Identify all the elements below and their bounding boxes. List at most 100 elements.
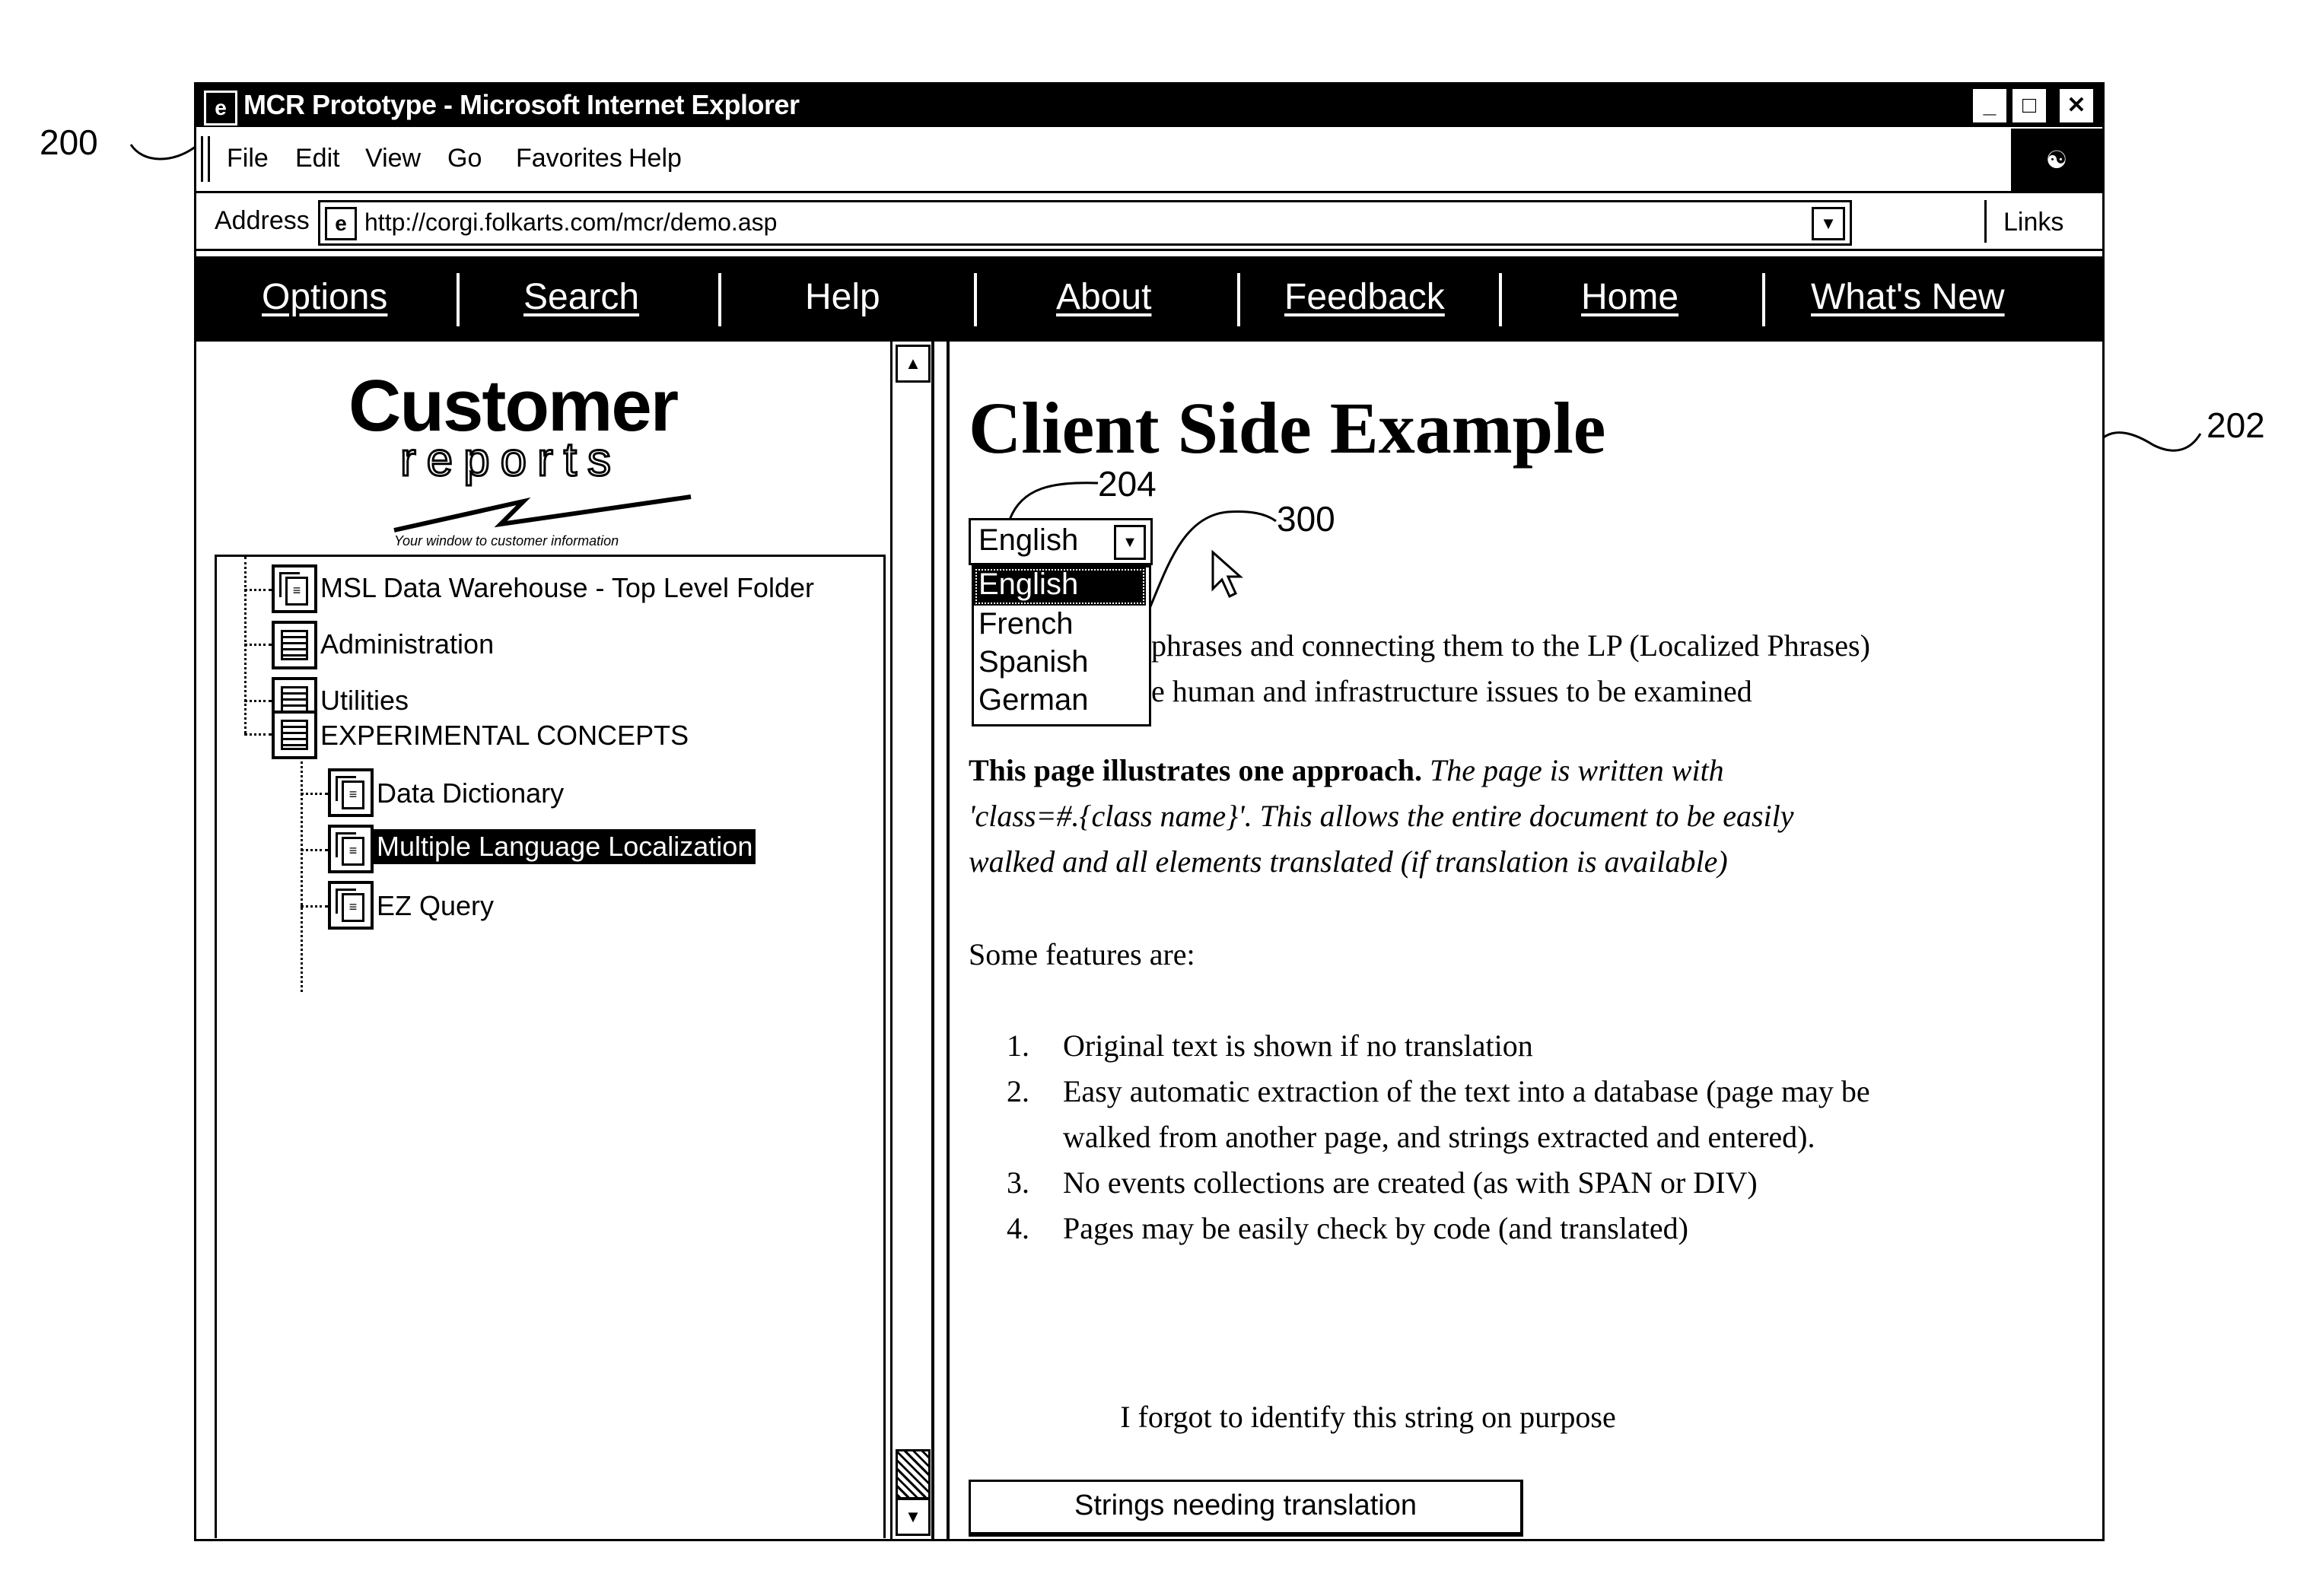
window-title: MCR Prototype - Microsoft Internet Explo… xyxy=(243,89,800,120)
ie-logo-icon: ☯ xyxy=(2011,129,2102,191)
strings-needing-translation-button[interactable]: Strings needing translation xyxy=(969,1480,1523,1537)
approach-paragraph-line-1: This page illustrates one approach. The … xyxy=(969,752,1724,788)
tree-item-ez-query[interactable]: EZ Query xyxy=(377,890,494,922)
nav-separator xyxy=(1237,273,1240,326)
left-frame-scrollbar[interactable]: ▲ ▼ xyxy=(890,342,934,1539)
reference-numeral-204: 204 xyxy=(1098,464,1157,504)
nav-whats-new[interactable]: What's New xyxy=(1811,276,2005,318)
reference-numeral-300: 300 xyxy=(1277,499,1335,539)
report-folder-icon: ≡ xyxy=(272,564,317,613)
language-option-english[interactable]: English xyxy=(974,568,1146,606)
page-title: Client Side Example xyxy=(969,387,1606,469)
feature-number: 3. xyxy=(1007,1165,1029,1200)
language-select-value: English xyxy=(978,523,1079,557)
address-label: Address xyxy=(215,206,310,235)
nav-separator xyxy=(1762,273,1765,326)
approach-italic-text: The page is written with xyxy=(1422,753,1724,787)
feature-number: 4. xyxy=(1007,1211,1029,1245)
nav-options[interactable]: Options xyxy=(262,276,387,318)
menu-go[interactable]: Go xyxy=(447,144,482,173)
logo-tagline: Your window to customer information xyxy=(394,533,619,548)
report-folder-icon: ≡ xyxy=(328,881,374,930)
chevron-down-icon[interactable]: ▼ xyxy=(1114,525,1146,560)
feature-number: 2. xyxy=(1007,1074,1029,1108)
logo-reports: reports xyxy=(399,433,622,488)
nav-home[interactable]: Home xyxy=(1581,276,1678,318)
tree-connector xyxy=(301,793,328,795)
tree-item-msl-data-warehouse[interactable]: MSL Data Warehouse - Top Level Folder xyxy=(320,572,814,604)
tree-item-administration[interactable]: Administration xyxy=(320,628,494,660)
menu-view[interactable]: View xyxy=(365,144,421,173)
tree-connector xyxy=(301,849,328,851)
language-option-german[interactable]: German xyxy=(974,683,1146,721)
address-input[interactable]: e http://corgi.folkarts.com/mcr/demo.asp… xyxy=(318,200,1852,246)
nav-separator xyxy=(457,273,460,326)
language-dropdown-list: English French Spanish German xyxy=(972,565,1151,726)
nav-separator xyxy=(718,273,721,326)
menu-file[interactable]: File xyxy=(227,144,269,173)
links-label: Links xyxy=(2003,208,2064,237)
nav-feedback[interactable]: Feedback xyxy=(1284,276,1445,318)
minimize-button[interactable]: _ xyxy=(1973,89,2006,122)
language-option-spanish[interactable]: Spanish xyxy=(974,645,1146,683)
language-option-french[interactable]: French xyxy=(974,607,1146,645)
browser-window: e MCR Prototype - Microsoft Internet Exp… xyxy=(194,82,2105,1541)
address-dropdown-icon[interactable]: ▼ xyxy=(1812,207,1845,240)
maximize-button[interactable]: □ xyxy=(2013,89,2046,122)
mouse-cursor-icon xyxy=(1211,549,1243,599)
content-frame: Client Side Example 204 300 English ▼ En… xyxy=(946,342,2102,1539)
menu-help[interactable]: Help xyxy=(628,144,682,173)
approach-bold-text: This page illustrates one approach. xyxy=(969,753,1422,787)
links-button[interactable]: Links xyxy=(1984,200,2101,243)
approach-paragraph-line-3: walked and all elements translated (if t… xyxy=(969,844,1728,879)
features-intro: Some features are: xyxy=(969,937,1195,971)
nav-search[interactable]: Search xyxy=(523,276,639,318)
address-url[interactable]: http://corgi.folkarts.com/mcr/demo.asp xyxy=(364,208,777,237)
reference-numeral-200: 200 xyxy=(40,122,98,162)
folder-tree: ≡ MSL Data Warehouse - Top Level Folder … xyxy=(215,555,886,1538)
scroll-thumb[interactable] xyxy=(896,1449,931,1499)
tree-item-utilities[interactable]: Utilities xyxy=(320,685,409,717)
report-folder-icon: ≡ xyxy=(328,825,374,873)
unidentified-string: I forgot to identify this string on purp… xyxy=(1120,1400,1616,1434)
reference-numeral-202: 202 xyxy=(2207,405,2265,445)
intro-text-line-1: phrases and connecting them to the LP (L… xyxy=(1151,628,1870,663)
nav-separator xyxy=(1499,273,1502,326)
language-select[interactable]: English ▼ xyxy=(969,518,1153,565)
tree-item-data-dictionary[interactable]: Data Dictionary xyxy=(377,777,564,809)
folder-list-icon xyxy=(272,711,317,759)
page-icon: e xyxy=(325,207,357,240)
menu-edit[interactable]: Edit xyxy=(295,144,340,173)
menu-favorites[interactable]: Favorites xyxy=(516,144,622,173)
address-bar: Address e http://corgi.folkarts.com/mcr/… xyxy=(196,196,2102,251)
feature-item: Pages may be easily check by code (and t… xyxy=(1063,1211,1688,1245)
folder-list-icon xyxy=(272,621,317,669)
tree-item-experimental-concepts[interactable]: EXPERIMENTAL CONCEPTS xyxy=(320,720,689,752)
intro-text-line-2: e human and infrastructure issues to be … xyxy=(1151,674,1752,708)
scroll-down-button[interactable]: ▼ xyxy=(896,1498,931,1536)
nav-about[interactable]: About xyxy=(1056,276,1151,318)
nav-separator xyxy=(974,273,977,326)
left-frame: Customer reports Your window to customer… xyxy=(196,342,892,1539)
approach-paragraph-line-2: 'class=#.{class name}'. This allows the … xyxy=(969,799,1794,833)
site-nav-bar: Options Search Help About Feedback Home … xyxy=(196,256,2102,342)
tree-connector xyxy=(244,644,272,646)
logo-swoosh xyxy=(393,494,692,533)
leader-line-200 xyxy=(129,144,197,161)
tree-item-multiple-language-localization[interactable]: Multiple Language Localization xyxy=(374,829,756,864)
feature-item: Original text is shown if no translation xyxy=(1063,1028,1533,1063)
tree-connector xyxy=(244,589,272,591)
leader-line-204 xyxy=(1008,482,1099,520)
scroll-up-button[interactable]: ▲ xyxy=(896,345,931,383)
report-folder-icon: ≡ xyxy=(328,768,374,817)
feature-number: 1. xyxy=(1007,1028,1029,1063)
nav-help[interactable]: Help xyxy=(805,276,880,318)
feature-item: Easy automatic extraction of the text in… xyxy=(1063,1074,1870,1108)
feature-item: No events collections are created (as wi… xyxy=(1063,1165,1758,1200)
title-bar[interactable]: e MCR Prototype - Microsoft Internet Exp… xyxy=(196,84,2102,127)
close-button[interactable]: ✕ xyxy=(2060,89,2093,122)
tree-connector xyxy=(301,905,328,908)
feature-item-continuation: walked from another page, and strings ex… xyxy=(1063,1120,1815,1154)
toolbar-grip[interactable] xyxy=(201,136,210,182)
menu-bar: File Edit View Go Favorites Help ☯ xyxy=(196,129,2102,193)
